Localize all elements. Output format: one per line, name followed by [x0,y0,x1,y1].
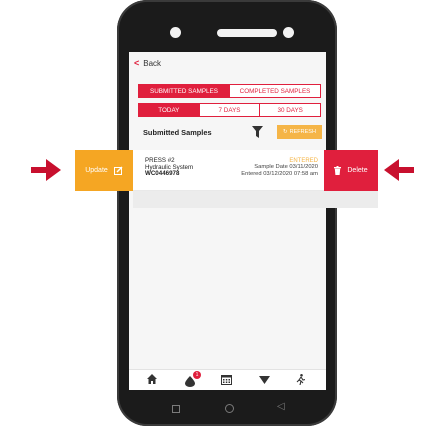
alerts-tab[interactable]: 1 [185,371,201,390]
refresh-label: REFRESH [289,129,316,135]
back-label: Back [143,59,162,68]
recent-apps-icon[interactable] [172,405,180,413]
tab-7-days[interactable]: 7 DAYS [198,104,260,116]
left-pointing-arrow-icon [384,159,414,181]
back-button[interactable]: < Back [134,58,161,68]
tab-completed-samples[interactable]: COMPLETED SAMPLES [229,85,320,97]
sample-info: PRESS #2 Hydraulic System WC0446978 [145,157,193,178]
wifi-icon[interactable] [259,376,270,384]
home-button-icon[interactable] [225,404,234,413]
date-range-tabs: TODAY 7 DAYS 30 DAYS [138,103,321,117]
phone-frame: < Back SUBMITTED SAMPLES COMPLETED SAMPLE… [117,0,337,426]
camera-icon [170,27,181,38]
hardware-nav-bar: ◁ [117,392,337,426]
app-screen: < Back SUBMITTED SAMPLES COMPLETED SAMPLE… [129,52,326,390]
chevron-left-icon: < [134,58,140,68]
trash-icon [334,166,342,175]
home-icon[interactable] [147,374,157,384]
tab-30-days[interactable]: 30 DAYS [259,104,321,116]
update-label: Update [85,167,108,174]
alerts-badge: 1 [193,371,201,379]
sample-id: WC0446978 [145,170,180,177]
edit-icon [113,166,123,175]
tab-submitted-samples[interactable]: SUBMITTED SAMPLES [139,85,229,97]
sample-row[interactable]: PRESS #2 Hydraulic System WC0446978 ENTE… [133,150,324,191]
refresh-button[interactable]: ↻ REFRESH [277,125,322,139]
row-divider [133,191,378,208]
phone-top-bezel [117,0,337,52]
sample-meta: ENTERED Sample Date 03/11/2020 Entered 0… [241,158,318,177]
update-button[interactable]: Update [75,150,133,191]
refresh-icon: ↻ [283,129,288,135]
tab-today[interactable]: TODAY [139,104,199,116]
entered-date: Entered 03/12/2020 07:58 am [241,170,318,177]
sensor-icon [283,27,294,38]
right-pointing-arrow-icon [31,159,61,181]
calendar-icon[interactable] [221,374,232,385]
delete-button[interactable]: Delete [324,150,378,191]
back-triangle-icon[interactable]: ◁ [277,401,285,412]
filter-icon[interactable] [252,126,263,138]
runner-icon[interactable] [296,374,305,385]
section-title: Submitted Samples [143,128,212,137]
bottom-tab-bar: 1 [129,369,326,390]
delete-label: Delete [347,167,368,174]
sample-type-tabs: SUBMITTED SAMPLES COMPLETED SAMPLES [138,84,321,98]
speaker-grille [217,29,277,37]
